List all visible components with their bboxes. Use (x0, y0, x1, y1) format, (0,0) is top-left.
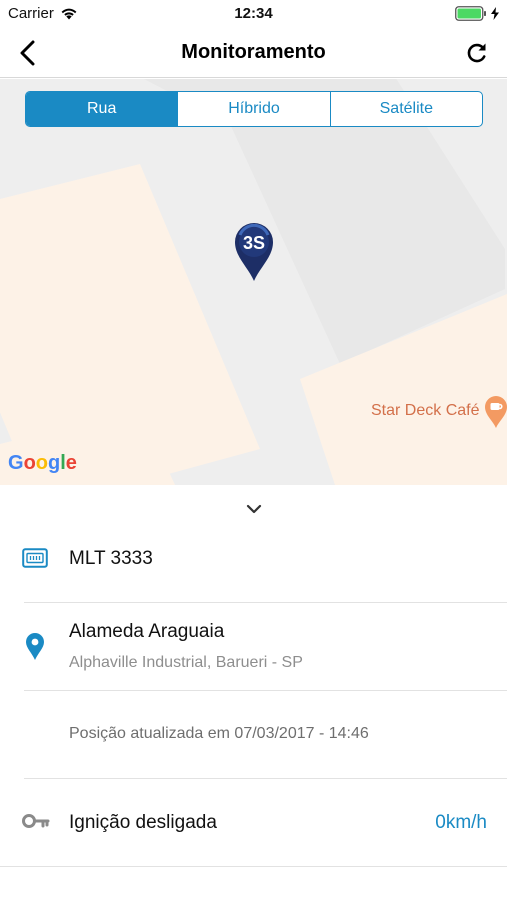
plate-icon (22, 548, 48, 568)
status-right (455, 6, 499, 21)
divider (24, 602, 507, 603)
divider (24, 690, 507, 691)
divider (24, 778, 507, 779)
refresh-button[interactable] (461, 37, 493, 69)
ignition-status: Ignição desligada (69, 812, 217, 833)
map-type-selector: Rua Híbrido Satélite (25, 91, 483, 127)
key-icon (22, 814, 50, 828)
ignition-row: Ignição desligada 0km/h (0, 800, 507, 844)
location-pin-icon (26, 633, 44, 660)
vehicle-marker[interactable]: 3S (234, 222, 274, 287)
poi-label[interactable]: Star Deck Café (371, 402, 479, 420)
plate-row: MLT 3333 (0, 540, 507, 580)
map-view[interactable]: Rua Híbrido Satélite 3S Star Deck Café G… (0, 79, 507, 485)
marker-label: 3S (243, 233, 265, 253)
cafe-icon[interactable] (484, 395, 507, 429)
status-left: Carrier (8, 5, 78, 22)
carrier-label: Carrier (8, 5, 54, 22)
segment-hibrido[interactable]: Híbrido (178, 92, 331, 126)
address-street: Alameda Araguaia (69, 621, 225, 642)
vehicle-plate: MLT 3333 (69, 548, 153, 569)
refresh-icon (467, 43, 486, 63)
status-bar: Carrier 12:34 (0, 0, 507, 28)
divider (0, 866, 507, 867)
google-logo: Google (8, 452, 77, 474)
segment-rua[interactable]: Rua (26, 92, 179, 126)
segment-satelite[interactable]: Satélite (331, 92, 482, 126)
speed-value: 0km/h (435, 812, 487, 833)
updated-row: Posição atualizada em 07/03/2017 - 14:46 (0, 715, 507, 755)
page-title: Monitoramento (181, 41, 326, 63)
address-row: Alameda Araguaia Alphaville Industrial, … (0, 615, 507, 685)
map-marker-icon: 3S (235, 223, 273, 281)
collapse-button[interactable] (0, 503, 507, 515)
navigation-bar: Monitoramento (0, 28, 507, 78)
address-area: Alphaville Industrial, Barueri - SP (69, 654, 303, 671)
position-updated-label: Posição atualizada em 07/03/2017 - 14:46 (69, 725, 369, 742)
charging-bolt-icon (491, 7, 499, 20)
wifi-icon (61, 8, 77, 20)
chevron-down-icon (246, 504, 261, 514)
battery-icon (455, 6, 486, 21)
